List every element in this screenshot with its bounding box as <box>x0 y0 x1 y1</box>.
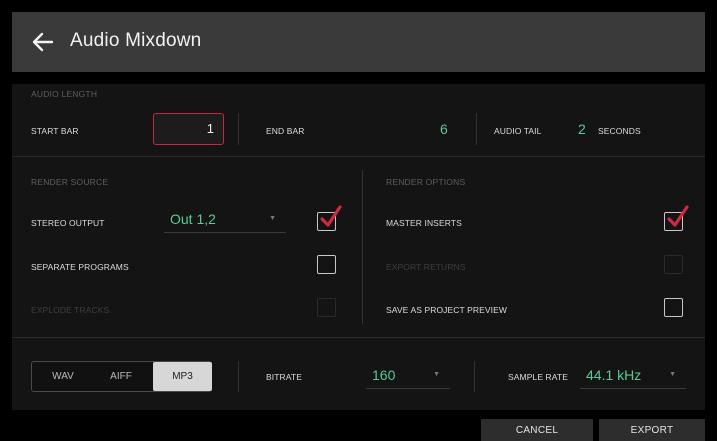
explode-tracks-label: EXPLODE TRACKS <box>31 305 110 315</box>
save-preview-checkbox[interactable] <box>664 298 683 317</box>
header-bar: Audio Mixdown <box>12 12 705 72</box>
caret-down-icon: ▼ <box>433 371 440 378</box>
bitrate-dropdown[interactable]: 160 ▼ <box>366 367 450 389</box>
end-bar-label: END BAR <box>266 126 305 136</box>
stereo-output-value: Out 1,2 <box>170 211 216 227</box>
stereo-output-dropdown[interactable]: Out 1,2 ▼ <box>164 211 286 233</box>
master-inserts-checkbox[interactable] <box>664 205 689 231</box>
render-source-section-label: RENDER SOURCE <box>31 177 109 187</box>
audio-length-section-label: AUDIO LENGTH <box>31 89 98 99</box>
divider <box>476 113 477 145</box>
render-options-section-label: RENDER OPTIONS <box>386 177 466 187</box>
caret-down-icon: ▼ <box>669 371 676 378</box>
export-returns-label: EXPORT RETURNS <box>386 262 466 272</box>
format-aiff-option[interactable]: AIFF <box>94 362 148 391</box>
audio-tail-unit: SECONDS <box>598 126 641 136</box>
end-bar-value[interactable]: 6 <box>440 121 448 137</box>
audio-tail-value[interactable]: 2 <box>578 121 586 137</box>
back-arrow-icon[interactable] <box>32 32 54 52</box>
cancel-button[interactable]: CANCEL <box>481 419 593 441</box>
explode-tracks-checkbox <box>317 298 336 317</box>
bitrate-label: BITRATE <box>266 372 302 382</box>
page-title: Audio Mixdown <box>70 30 202 51</box>
separate-programs-checkbox[interactable] <box>317 255 336 274</box>
stereo-output-label: STEREO OUTPUT <box>31 218 105 228</box>
sample-rate-label: SAMPLE RATE <box>508 372 568 382</box>
master-inserts-label: MASTER INSERTS <box>386 218 462 228</box>
checkmark-icon <box>320 205 342 227</box>
start-bar-label: START BAR <box>31 126 79 136</box>
stereo-output-checkbox[interactable] <box>317 205 342 231</box>
audio-length-panel <box>12 84 705 156</box>
separate-programs-label: SEPARATE PROGRAMS <box>31 262 129 272</box>
sample-rate-dropdown[interactable]: 44.1 kHz ▼ <box>580 367 686 389</box>
divider <box>238 113 239 145</box>
caret-down-icon: ▼ <box>269 215 276 222</box>
save-preview-label: SAVE AS PROJECT PREVIEW <box>386 305 508 315</box>
start-bar-value: 1 <box>206 121 214 136</box>
format-mp3-option[interactable]: MP3 <box>153 362 212 391</box>
sample-rate-value: 44.1 kHz <box>586 367 642 383</box>
divider <box>474 361 475 392</box>
render-panel <box>12 157 705 337</box>
format-wav-option[interactable]: WAV <box>36 362 90 391</box>
audio-tail-label: AUDIO TAIL <box>494 126 542 136</box>
checkmark-icon <box>667 205 689 227</box>
file-format-selector[interactable]: WAV AIFF MP3 <box>31 361 212 392</box>
start-bar-input[interactable]: 1 <box>153 113 224 145</box>
divider <box>238 361 239 392</box>
bitrate-value: 160 <box>372 367 396 383</box>
column-divider <box>362 170 363 324</box>
export-button[interactable]: EXPORT <box>599 419 705 441</box>
export-returns-checkbox <box>664 255 683 274</box>
